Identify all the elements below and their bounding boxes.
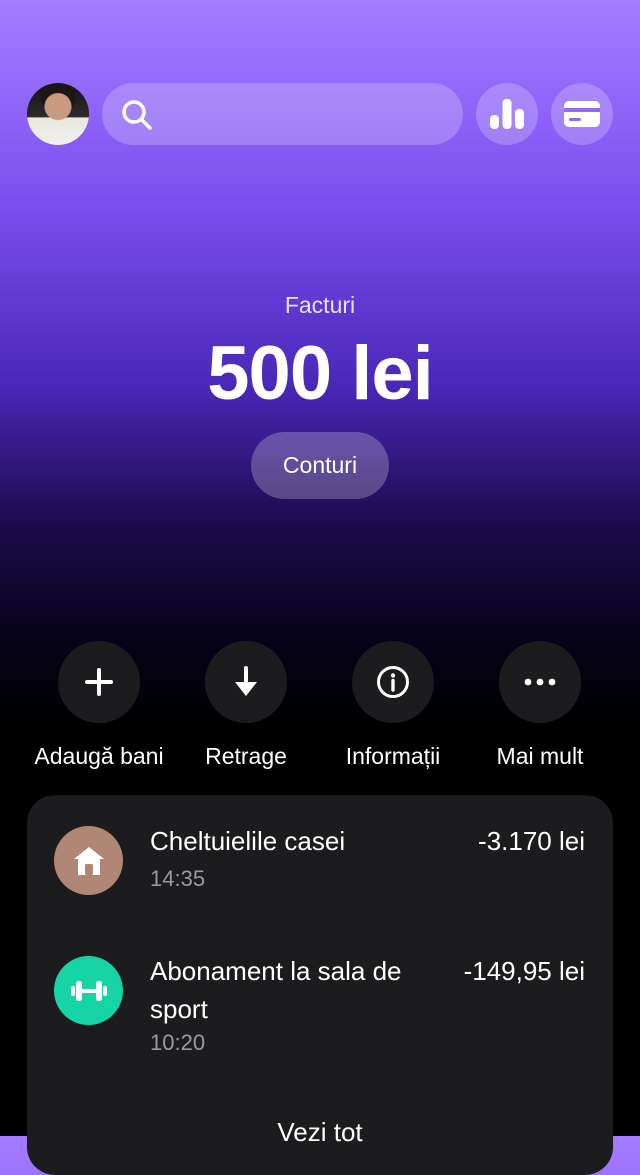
action-add-money[interactable]: Adaugă bani <box>24 641 174 770</box>
transaction-amount: -3.170 lei <box>478 826 585 856</box>
plus-icon <box>85 668 113 696</box>
card-button[interactable] <box>551 83 613 145</box>
search-icon <box>122 100 152 130</box>
transaction-title: Abonament la sala de sport <box>150 956 402 1024</box>
transaction-icon <box>54 956 123 1025</box>
stats-button[interactable] <box>476 83 538 145</box>
add-money-button[interactable] <box>58 641 140 723</box>
action-info[interactable]: Informații <box>318 641 468 770</box>
action-label: Retrage <box>205 743 287 769</box>
arrow-down-icon <box>235 666 257 696</box>
transaction-icon <box>54 826 123 895</box>
transaction-time: 10:20 <box>150 1030 206 1055</box>
house-icon <box>73 846 104 875</box>
action-label: Informații <box>345 743 441 769</box>
action-label: Mai mult <box>496 743 584 769</box>
transactions-card: Cheltuielile casei 14:35 -3.170 lei Abon… <box>27 795 613 1175</box>
action-label: Adaugă bani <box>34 743 164 769</box>
action-withdraw[interactable]: Retrage <box>171 641 321 770</box>
info-icon <box>377 666 409 698</box>
action-more[interactable]: Mai mult <box>465 641 615 770</box>
more-icon <box>524 678 556 686</box>
withdraw-button[interactable] <box>205 641 287 723</box>
balance-amount: 500 lei <box>207 331 433 416</box>
avatar[interactable] <box>27 83 89 145</box>
info-button[interactable] <box>352 641 434 723</box>
see-all-link[interactable]: Vezi tot <box>27 1117 613 1148</box>
transaction-time: 14:35 <box>150 866 206 891</box>
credit-card-icon <box>564 101 600 127</box>
search-input[interactable] <box>166 83 450 147</box>
dumbbell-icon <box>70 980 107 1001</box>
search-bar[interactable] <box>102 83 463 147</box>
balance-label: Facturi <box>284 292 356 318</box>
transaction-amount: -149,95 lei <box>463 956 585 986</box>
more-button[interactable] <box>499 641 581 723</box>
transaction-title: Cheltuielile casei <box>150 826 346 856</box>
accounts-button[interactable]: Conturi <box>251 432 389 499</box>
bar-chart-icon <box>490 99 524 129</box>
